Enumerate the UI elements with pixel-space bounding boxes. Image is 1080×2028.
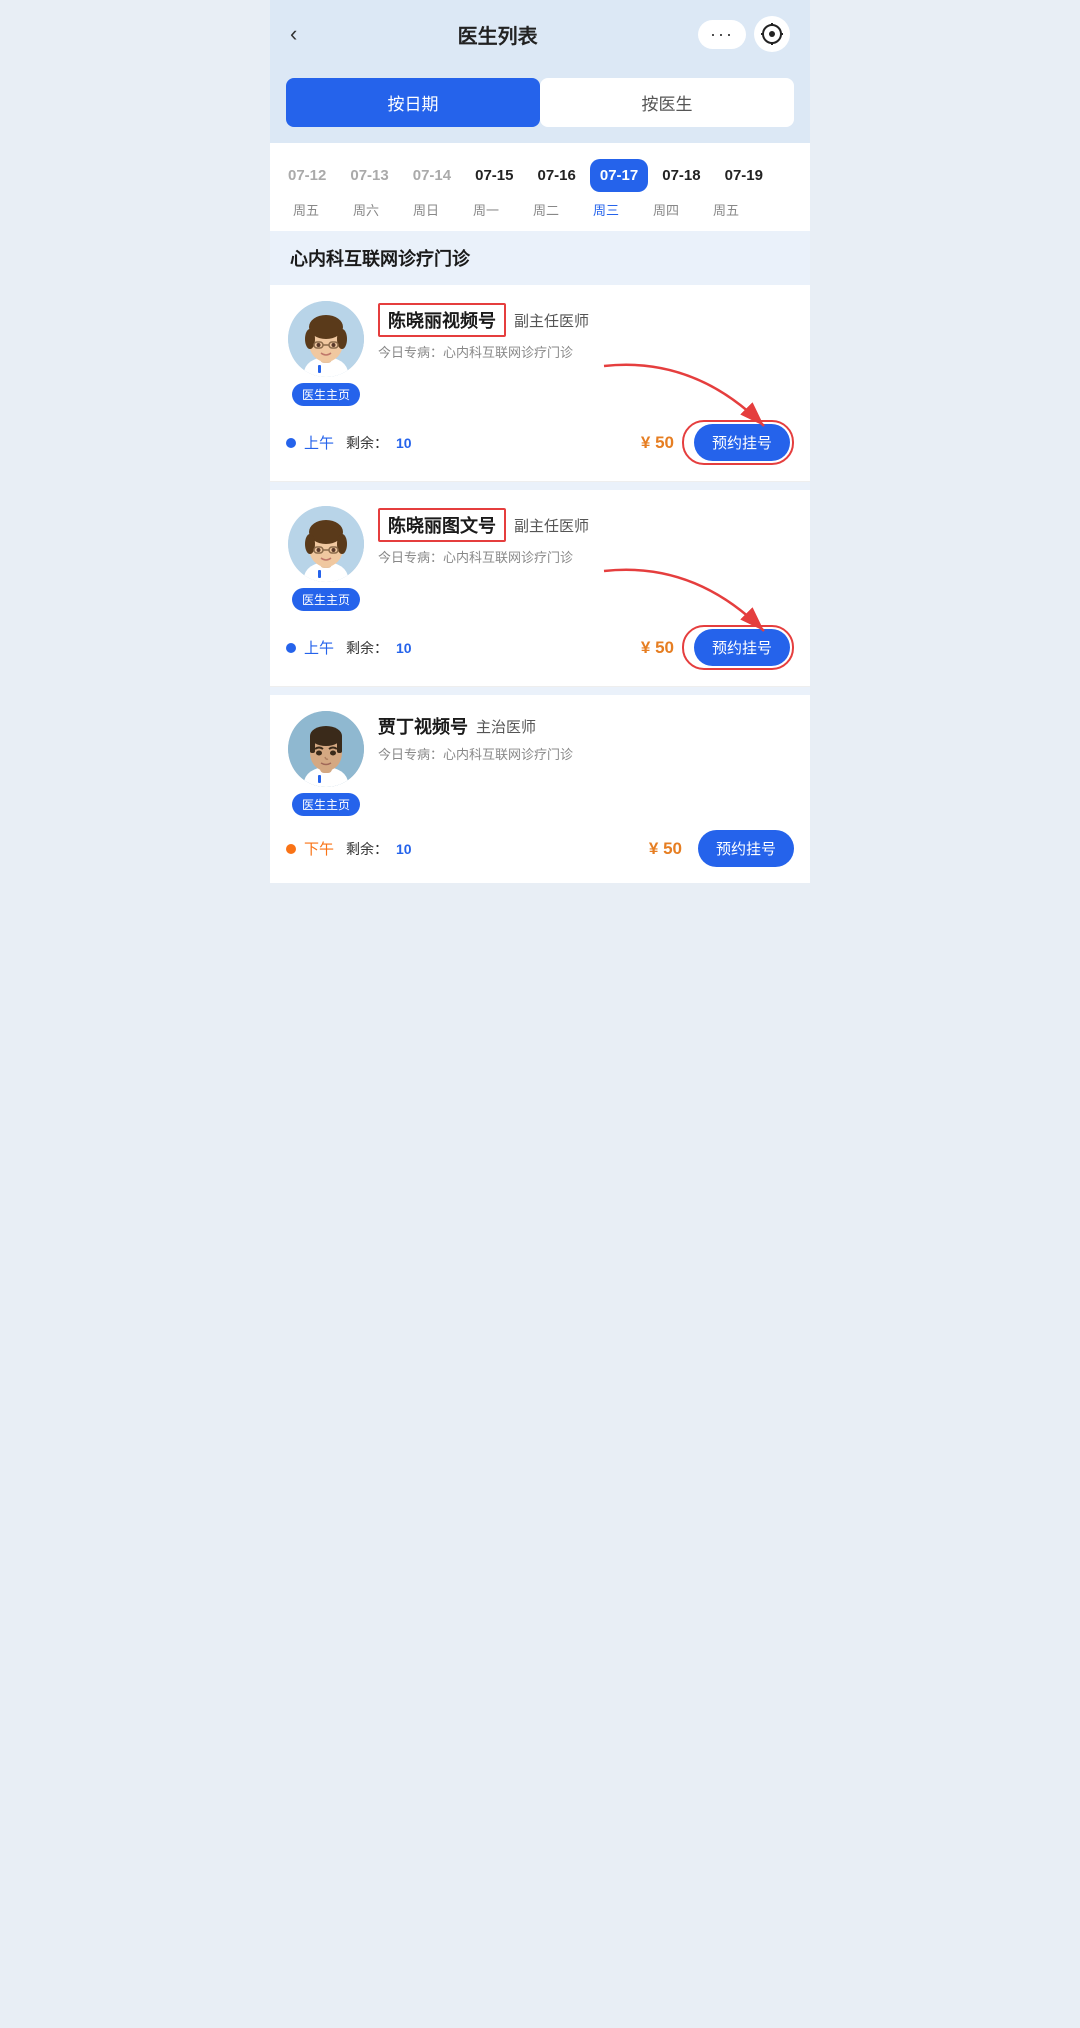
book-btn-wrap-2: 预约挂号 [682,625,794,670]
appt-time-3: 下午 [304,838,334,859]
date-item-0712[interactable]: 07-12 [278,159,336,192]
divider-2 [270,687,810,695]
doctor-specialty-3: 今日专病：心内科互联网诊疗门诊 [378,745,794,765]
doctor-name-row-3: 贾丁视频号 主治医师 [378,713,794,739]
book-btn-wrap-1: 预约挂号 [682,420,794,465]
doctor-title-2: 副主任医师 [514,515,589,536]
doctor-name: 陈晓丽视频号 [378,303,506,337]
appt-row-3: 下午 剩余： 10 ¥ 50 预约挂号 [286,816,794,883]
appt-remain-num-3: 10 [396,841,412,857]
day-row: 周五 周六 周日 周一 周二 周三 周四 周五 [270,196,810,231]
doctor-card-jiading: 医生主页 贾丁视频号 主治医师 今日专病：心内科互联网诊疗门诊 下午 剩余： 1… [270,695,810,883]
doctor-home-btn-1[interactable]: 医生主页 [292,383,360,406]
date-item-0717[interactable]: 07-17 [590,159,648,192]
date-num: 07-16 [538,167,576,184]
appt-dot [286,438,296,448]
doctor-top-2: 医生主页 陈晓丽图文号 副主任医师 今日专病：心内科互联网诊疗门诊 [286,506,794,611]
appt-remain-num-2: 10 [396,640,412,656]
doctor-home-btn-2[interactable]: 医生主页 [292,588,360,611]
more-button[interactable]: ··· [698,20,746,49]
day-0714: 周日 [398,200,454,219]
book-button-1[interactable]: 预约挂号 [694,424,790,461]
avatar-wrap: 医生主页 [286,301,366,406]
date-num: 07-18 [662,167,700,184]
date-item-0713[interactable]: 07-13 [340,159,398,192]
appt-time: 上午 [304,432,334,453]
avatar-wrap-2: 医生主页 [286,506,366,611]
doctor-card-chen-text: 医生主页 陈晓丽图文号 副主任医师 今日专病：心内科互联网诊疗门诊 上午 剩余：… [270,490,810,687]
page-title: 医生列表 [297,20,698,49]
appt-time-2: 上午 [304,637,334,658]
appt-price-3: ¥ 50 [649,839,682,859]
day-0717: 周三 [578,200,634,219]
appt-price-2: ¥ 50 [641,638,674,658]
appt-remain-num: 10 [396,435,412,451]
appt-price: ¥ 50 [641,433,674,453]
back-button[interactable]: ‹ [290,21,297,47]
doctor-specialty-2: 今日专病：心内科互联网诊疗门诊 [378,548,794,568]
date-item-0714[interactable]: 07-14 [403,159,461,192]
avatar-2 [288,506,364,582]
tab-by-doctor[interactable]: 按医生 [540,78,794,127]
doctor-info-2: 陈晓丽图文号 副主任医师 今日专病：心内科互联网诊疗门诊 [378,506,794,568]
appt-remain-label: 剩余： [346,433,388,453]
date-num: 07-17 [600,167,638,184]
date-item-0719[interactable]: 07-19 [715,159,773,192]
appt-remain-label-2: 剩余： [346,638,388,658]
divider-1 [270,482,810,490]
target-button[interactable] [754,16,790,52]
doctor-title: 副主任医师 [514,310,589,331]
date-num: 07-13 [350,167,388,184]
date-scroll-row: 07-12 07-13 07-14 07-15 07-16 07-17 07-1… [270,155,810,196]
date-num: 07-14 [413,167,451,184]
appt-dot-2 [286,643,296,653]
doctor-name-row: 陈晓丽视频号 副主任医师 [378,303,794,337]
date-num: 07-12 [288,167,326,184]
header-icons: ··· [698,16,790,52]
avatar [288,301,364,377]
header: ‹ 医生列表 ··· [270,0,810,68]
doctor-home-btn-3[interactable]: 医生主页 [292,793,360,816]
appt-remain-label-3: 剩余： [346,839,388,859]
doctor-title-3: 主治医师 [476,716,536,737]
doctor-info: 陈晓丽视频号 副主任医师 今日专病：心内科互联网诊疗门诊 [378,301,794,363]
tab-by-date[interactable]: 按日期 [286,78,540,127]
doctor-top-3: 医生主页 贾丁视频号 主治医师 今日专病：心内科互联网诊疗门诊 [286,711,794,816]
tab-bar: 按日期 按医生 [270,68,810,143]
book-button-2[interactable]: 预约挂号 [694,629,790,666]
day-0712: 周五 [278,200,334,219]
avatar-wrap-3: 医生主页 [286,711,366,816]
section-header: 心内科互联网诊疗门诊 [270,231,810,285]
doctor-top: 医生主页 陈晓丽视频号 副主任医师 今日专病：心内科互联网诊疗门诊 [286,301,794,406]
doctor-card-chen-video: 医生主页 陈晓丽视频号 副主任医师 今日专病：心内科互联网诊疗门诊 上午 剩余：… [270,285,810,482]
day-0719: 周五 [698,200,754,219]
appt-dot-3 [286,844,296,854]
date-num: 07-15 [475,167,513,184]
doctor-info-3: 贾丁视频号 主治医师 今日专病：心内科互联网诊疗门诊 [378,711,794,765]
date-item-0718[interactable]: 07-18 [652,159,710,192]
doctor-name-3: 贾丁视频号 [378,713,468,739]
date-item-0716[interactable]: 07-16 [528,159,586,192]
appt-row-2: 上午 剩余： 10 ¥ 50 预约挂号 [286,611,794,686]
avatar-3 [288,711,364,787]
date-num: 07-19 [725,167,763,184]
doctor-specialty: 今日专病：心内科互联网诊疗门诊 [378,343,794,363]
day-0718: 周四 [638,200,694,219]
doctor-name-2: 陈晓丽图文号 [378,508,506,542]
date-item-0715[interactable]: 07-15 [465,159,523,192]
doctor-name-row-2: 陈晓丽图文号 副主任医师 [378,508,794,542]
day-0716: 周二 [518,200,574,219]
date-section: 07-12 07-13 07-14 07-15 07-16 07-17 07-1… [270,143,810,231]
book-button-3[interactable]: 预约挂号 [698,830,794,867]
appt-row-1: 上午 剩余： 10 ¥ 50 预约挂号 [286,406,794,481]
day-0715: 周一 [458,200,514,219]
day-0713: 周六 [338,200,394,219]
